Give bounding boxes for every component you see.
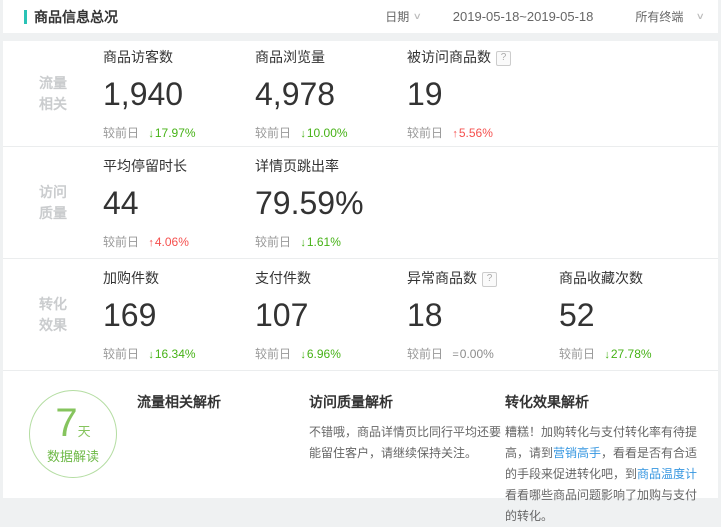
delta-caption: 较前日 (255, 235, 291, 249)
delta-caption: 较前日 (103, 347, 139, 361)
title-accent-bar (24, 10, 27, 24)
down-arrow-icon: ↓ (604, 349, 610, 361)
down-arrow-icon: ↓ (300, 349, 306, 361)
help-icon[interactable]: ? (496, 51, 511, 66)
metric-group-label: 转化效果 (3, 294, 69, 335)
insight-column-traffic: 流量相关解析 (137, 388, 309, 498)
metric-group-label: 流量相关 (3, 73, 69, 114)
metric-value: 44 (103, 185, 255, 222)
down-arrow-icon: ↓ (148, 128, 154, 140)
help-icon[interactable]: ? (482, 272, 497, 287)
insights-badge: 7天 数据解读 (29, 390, 117, 478)
header-controls: 日期 ∨ 2019-05-18~2019-05-18 所有终端 ∨ (385, 8, 718, 25)
metric-group-label: 访问质量 (3, 182, 69, 223)
delta-caption: 较前日 (255, 126, 291, 140)
metric-card: 被访问商品数? 19 较前日 ↑5.56% (407, 47, 559, 141)
product-thermometer-link[interactable]: 商品温度计 (637, 467, 697, 481)
insight-title: 转化效果解析 (505, 392, 700, 412)
delta-value: =0.00% (452, 347, 493, 361)
metric-label: 被访问商品数 (407, 49, 491, 65)
insight-column-quality: 访问质量解析 不错哦，商品详情页比同行平均还要能留住客户，请继续保持关注。 (309, 388, 505, 498)
insight-body: 不错哦，商品详情页比同行平均还要能留住客户，请继续保持关注。 (309, 422, 505, 464)
metric-card: 加购件数 169 较前日 ↓16.34% (103, 268, 255, 362)
delta-value: ↓17.97% (148, 126, 195, 140)
metric-card: 商品浏览量 4,978 较前日 ↓10.00% (255, 47, 407, 141)
metric-card: 详情页跳出率 79.59% 较前日 ↓1.61% (255, 156, 407, 250)
metric-row-traffic: 流量相关 商品访客数 1,940 较前日 ↓17.97% 商品浏览量 4,978… (3, 41, 718, 147)
metric-card: 商品收藏次数 52 较前日 ↓27.78% (559, 268, 711, 362)
terminal-filter-label: 所有终端 (635, 8, 683, 25)
delta-value: ↑5.56% (452, 126, 493, 140)
marketing-master-link[interactable]: 营销高手 (553, 446, 601, 460)
insight-title: 流量相关解析 (137, 392, 309, 412)
overview-card: 流量相关 商品访客数 1,940 较前日 ↓17.97% 商品浏览量 4,978… (3, 41, 718, 498)
up-arrow-icon: ↑ (148, 237, 154, 249)
insights-section: 7天 数据解读 流量相关解析 访问质量解析 不错哦，商品详情页比同行平均还要能留… (3, 371, 718, 498)
date-filter-dropdown[interactable]: 日期 ∨ (385, 8, 421, 25)
metric-value: 1,940 (103, 76, 255, 113)
up-arrow-icon: ↑ (452, 128, 458, 140)
metric-value: 79.59% (255, 185, 407, 222)
date-range-display[interactable]: 2019-05-18~2019-05-18 (453, 9, 594, 24)
delta-value: ↓6.96% (300, 347, 341, 361)
metric-label: 商品浏览量 (255, 49, 325, 65)
metric-card: 商品访客数 1,940 较前日 ↓17.97% (103, 47, 255, 141)
page-title: 商品信息总况 (34, 7, 118, 27)
insight-title: 访问质量解析 (309, 392, 505, 412)
metric-label: 支付件数 (255, 270, 311, 286)
metric-label: 商品访客数 (103, 49, 173, 65)
delta-caption: 较前日 (103, 126, 139, 140)
delta-value: ↓16.34% (148, 347, 195, 361)
chevron-down-icon: ∨ (413, 11, 422, 22)
header-bar: 商品信息总况 日期 ∨ 2019-05-18~2019-05-18 所有终端 ∨ (3, 0, 718, 33)
delta-caption: 较前日 (407, 347, 443, 361)
metric-label: 平均停留时长 (103, 158, 187, 174)
down-arrow-icon: ↓ (148, 349, 154, 361)
delta-caption: 较前日 (407, 126, 443, 140)
page-frame: 商品信息总况 日期 ∨ 2019-05-18~2019-05-18 所有终端 ∨… (0, 0, 721, 498)
badge-caption: 数据解读 (47, 446, 99, 465)
delta-value: ↓10.00% (300, 126, 347, 140)
metric-value: 18 (407, 297, 559, 334)
delta-caption: 较前日 (559, 347, 595, 361)
delta-value: ↓1.61% (300, 235, 341, 249)
metric-card: 支付件数 107 较前日 ↓6.96% (255, 268, 407, 362)
metric-row-conversion: 转化效果 加购件数 169 较前日 ↓16.34% 支付件数 107 较前日 ↓… (3, 259, 718, 371)
delta-value: ↑4.06% (148, 235, 189, 249)
metric-value: 19 (407, 76, 559, 113)
insight-body: 糟糕！加购转化与支付转化率有待提高，请到营销高手，看看是否有合适的手段来促进转化… (505, 422, 700, 527)
delta-value: ↓27.78% (604, 347, 651, 361)
down-arrow-icon: ↓ (300, 237, 306, 249)
equals-icon: = (452, 349, 458, 361)
metric-card: 异常商品数? 18 较前日 =0.00% (407, 268, 559, 362)
metric-row-quality: 访问质量 平均停留时长 44 较前日 ↑4.06% 详情页跳出率 79.59% … (3, 147, 718, 259)
down-arrow-icon: ↓ (300, 128, 306, 140)
metric-label: 详情页跳出率 (255, 158, 339, 174)
metric-value: 4,978 (255, 76, 407, 113)
chevron-down-icon: ∨ (696, 11, 705, 22)
badge-days-number: 7 (55, 401, 77, 445)
metric-card: 平均停留时长 44 较前日 ↑4.06% (103, 156, 255, 250)
delta-caption: 较前日 (255, 347, 291, 361)
metric-label: 加购件数 (103, 270, 159, 286)
metric-label: 商品收藏次数 (559, 270, 643, 286)
terminal-filter-dropdown[interactable]: 所有终端 ∨ (635, 8, 704, 25)
date-filter-label: 日期 (385, 8, 409, 25)
metric-label: 异常商品数 (407, 270, 477, 286)
badge-days-unit: 天 (78, 424, 91, 439)
insight-column-conversion: 转化效果解析 糟糕！加购转化与支付转化率有待提高，请到营销高手，看看是否有合适的… (505, 388, 704, 498)
metric-value: 169 (103, 297, 255, 334)
delta-caption: 较前日 (103, 235, 139, 249)
metric-value: 107 (255, 297, 407, 334)
metric-value: 52 (559, 297, 711, 334)
